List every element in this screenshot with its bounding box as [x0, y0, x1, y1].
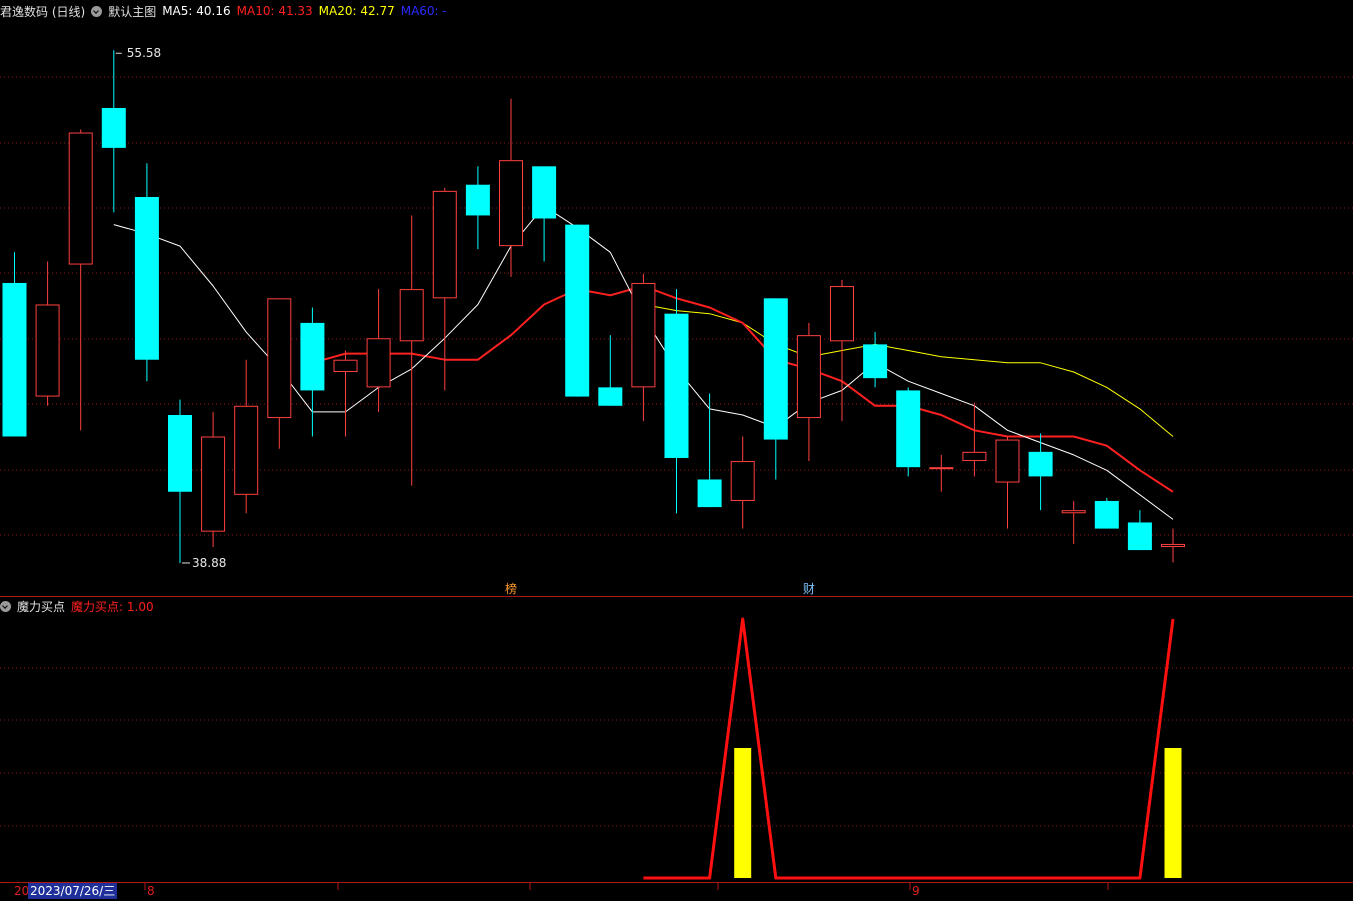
indicator-value: 魔力买点: 1.00 — [71, 599, 154, 614]
ma60-value: MA60: - — [400, 4, 447, 18]
month-9-label: 9 — [912, 884, 920, 898]
candle-body — [730, 461, 755, 501]
candle-body — [565, 224, 590, 397]
candle — [598, 335, 623, 406]
candle — [399, 215, 424, 486]
candle-body — [2, 282, 27, 437]
indicator-panel — [643, 617, 1182, 880]
candle-body — [962, 451, 987, 462]
candle — [1161, 528, 1185, 563]
candle-body — [168, 414, 192, 492]
candle — [101, 50, 126, 213]
candle — [234, 359, 259, 514]
candle — [300, 307, 325, 437]
candle-body — [300, 322, 325, 391]
candle — [1094, 497, 1119, 529]
candle — [267, 298, 292, 449]
candle — [565, 224, 590, 397]
candle — [863, 332, 888, 388]
candle-body — [234, 405, 259, 495]
candle — [830, 279, 854, 422]
candle — [631, 273, 656, 422]
ma20-value: MA20: 42.77 — [318, 4, 395, 18]
candle — [68, 129, 93, 431]
finance-marker: 财 — [803, 582, 815, 596]
candle-body — [995, 439, 1020, 483]
indicator-line — [643, 617, 1175, 880]
candle-body — [697, 479, 722, 508]
candle — [962, 402, 987, 477]
candle-body — [664, 313, 689, 458]
candle-body — [830, 286, 854, 342]
candle-body — [896, 390, 921, 468]
main-chart-label[interactable]: 默认主图 — [108, 3, 156, 20]
candle — [796, 322, 821, 462]
candle-body — [1161, 543, 1185, 548]
candle-body — [366, 338, 391, 388]
candle — [532, 166, 557, 262]
candle — [2, 252, 27, 437]
candle-body — [267, 298, 292, 419]
ma5-value: MA5: 40.16 — [162, 4, 231, 18]
candle-body — [68, 132, 93, 265]
candle — [168, 399, 192, 563]
rank-marker: 榜 — [505, 581, 517, 596]
candle-body — [598, 387, 623, 406]
candle — [896, 387, 921, 477]
candle-body — [465, 184, 490, 216]
candle — [995, 436, 1020, 529]
candle-body — [35, 304, 60, 397]
candle-body — [631, 282, 656, 388]
candle-body — [432, 190, 457, 299]
candle-body — [399, 289, 424, 342]
candle — [333, 350, 358, 437]
chart-header: 君逸数码 (日线) 默认主图 MA5: 40.16 MA10: 41.33 MA… — [0, 2, 447, 20]
date-axis: 20 2023/07/26/三 8 9 — [0, 882, 1353, 901]
candle-body — [532, 166, 557, 219]
candle — [1061, 500, 1086, 544]
candle — [1127, 510, 1152, 551]
month-8-label: 8 — [147, 884, 155, 898]
selected-date-label: 2023/07/26/三 — [28, 883, 118, 899]
candle-body — [134, 197, 159, 360]
candle-body — [499, 160, 523, 247]
low-price-label: 38.88 — [192, 556, 226, 570]
candle-body — [763, 298, 788, 440]
candlestick-chart: 55.58 38.88 榜 财 — [0, 46, 1353, 890]
candle-body — [1127, 522, 1152, 551]
candle-body — [1094, 500, 1119, 529]
year-prefix-label: 20 — [14, 884, 30, 898]
candle-body — [1028, 451, 1053, 477]
candle-body — [333, 359, 358, 373]
signal-bar — [734, 748, 752, 878]
chevron-down-icon[interactable] — [0, 600, 11, 612]
candle — [35, 261, 60, 406]
candle — [929, 454, 954, 492]
candle — [763, 298, 788, 480]
candle — [664, 289, 689, 514]
candle-body — [101, 107, 126, 148]
candle — [134, 163, 159, 382]
candles — [2, 50, 1185, 563]
candle — [730, 436, 755, 529]
stock-title[interactable]: 君逸数码 (日线) — [0, 3, 85, 20]
candle-body — [929, 467, 954, 470]
high-price-label: 55.58 — [127, 46, 161, 60]
indicator-name[interactable]: 魔力买点 — [17, 598, 65, 615]
candle-body — [796, 335, 821, 419]
indicator-header: 魔力买点 魔力买点: 1.00 — [0, 597, 154, 615]
candle-body — [863, 344, 888, 379]
ma10-value: MA10: 41.33 — [236, 4, 313, 18]
chevron-down-icon[interactable] — [91, 5, 103, 17]
candle — [499, 98, 523, 277]
candle — [465, 166, 490, 250]
candle-body — [201, 436, 226, 532]
candle — [201, 411, 226, 548]
candle — [1028, 433, 1053, 511]
signal-bar — [1164, 748, 1182, 878]
candle-body — [1061, 510, 1086, 514]
